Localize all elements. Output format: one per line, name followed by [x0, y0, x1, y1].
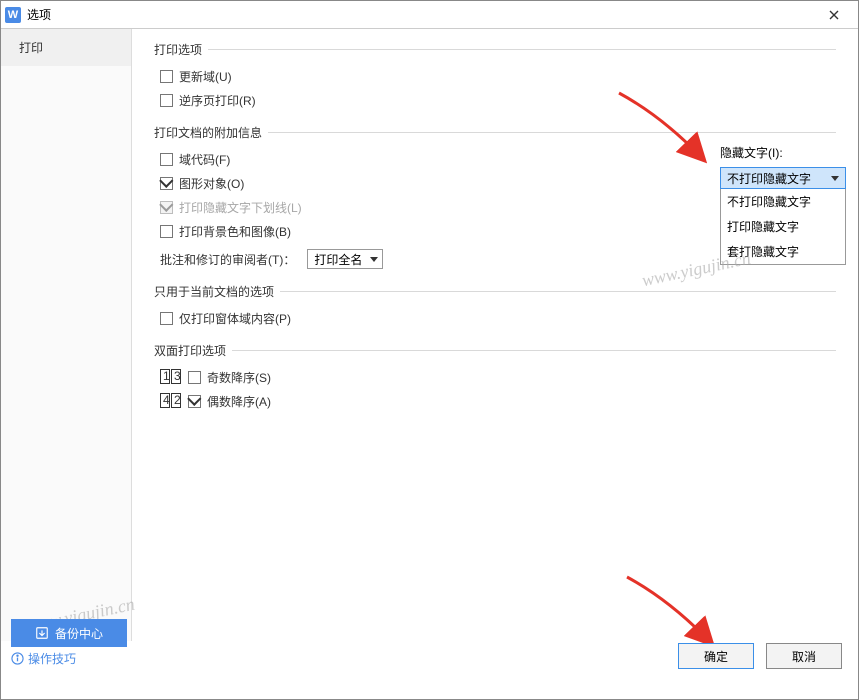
even-pages-icon: 42: [160, 393, 182, 409]
checkbox-update-fields[interactable]: [160, 70, 173, 83]
select-reviewer[interactable]: 打印全名: [307, 249, 383, 269]
label-field-codes: 域代码(F): [179, 151, 230, 168]
select-reviewer-value: 打印全名: [314, 251, 362, 268]
checkbox-form-fields-only[interactable]: [160, 312, 173, 325]
odd-pages-icon: 13: [160, 369, 182, 385]
combo-hidden-text[interactable]: 不打印隐藏文字: [720, 167, 846, 189]
label-hidden-underline: 打印隐藏文字下划线(L): [179, 199, 302, 216]
ok-button[interactable]: 确定: [678, 643, 754, 669]
info-icon: [11, 652, 24, 665]
checkbox-drawings[interactable]: [160, 177, 173, 190]
combo-hidden-text-value: 不打印隐藏文字: [727, 170, 811, 187]
legend-print-options: 打印选项: [154, 41, 208, 58]
option-hidden-text-0[interactable]: 不打印隐藏文字: [721, 189, 845, 214]
group-print-options: 打印选项 更新域(U) 逆序页打印(R): [154, 41, 836, 122]
option-hidden-text-1[interactable]: 打印隐藏文字: [721, 214, 845, 239]
label-form-fields-only: 仅打印窗体域内容(P): [179, 310, 291, 327]
group-current-doc: 只用于当前文档的选项 仅打印窗体域内容(P): [154, 283, 836, 340]
label-update-fields: 更新域(U): [179, 68, 232, 85]
checkbox-field-codes[interactable]: [160, 153, 173, 166]
backup-center-label: 备份中心: [55, 625, 103, 642]
label-odd-desc: 奇数降序(S): [207, 369, 271, 386]
legend-doc-additional: 打印文档的附加信息: [154, 124, 268, 141]
close-button[interactable]: [814, 2, 854, 28]
main-panel: 打印选项 更新域(U) 逆序页打印(R) 打印文档的附加信息 域代码(F) 图形…: [132, 29, 858, 641]
caret-down-icon: [831, 176, 839, 181]
checkbox-hidden-underline: [160, 201, 173, 214]
svg-text:4: 4: [163, 393, 170, 407]
body: 打印 打印选项 更新域(U) 逆序页打印(R) 打印文档的附加信息 域代码(F): [1, 29, 858, 641]
checkbox-even-desc[interactable]: [188, 395, 201, 408]
checkbox-background[interactable]: [160, 225, 173, 238]
label-reviewer: 批注和修订的审阅者(T)：: [160, 251, 295, 268]
hidden-text-panel: 隐藏文字(I): 不打印隐藏文字 不打印隐藏文字 打印隐藏文字 套打隐藏文字: [720, 144, 846, 265]
button-bar: 确定 取消: [678, 643, 842, 669]
sidebar: 打印: [1, 29, 132, 641]
legend-duplex: 双面打印选项: [154, 342, 232, 359]
backup-center-button[interactable]: 备份中心: [11, 619, 127, 647]
label-drawings: 图形对象(O): [179, 175, 244, 192]
label-background: 打印背景色和图像(B): [179, 223, 291, 240]
checkbox-reverse-order[interactable]: [160, 94, 173, 107]
option-hidden-text-2[interactable]: 套打隐藏文字: [721, 239, 845, 264]
close-icon: [829, 10, 839, 20]
cancel-button[interactable]: 取消: [766, 643, 842, 669]
svg-text:2: 2: [174, 393, 181, 407]
window-title: 选项: [27, 6, 51, 23]
legend-current-doc: 只用于当前文档的选项: [154, 283, 280, 300]
dropdown-hidden-text: 不打印隐藏文字 打印隐藏文字 套打隐藏文字: [720, 189, 846, 265]
caret-down-icon: [370, 257, 378, 262]
svg-text:1: 1: [163, 369, 170, 383]
sidebar-item-print[interactable]: 打印: [1, 29, 131, 66]
label-even-desc: 偶数降序(A): [207, 393, 271, 410]
tips-label: 操作技巧: [28, 650, 76, 667]
label-hidden-text: 隐藏文字(I):: [720, 144, 846, 161]
app-icon: [5, 7, 21, 23]
backup-icon: [35, 626, 49, 640]
checkbox-odd-desc[interactable]: [188, 371, 201, 384]
label-reverse-order: 逆序页打印(R): [179, 92, 256, 109]
tips-link[interactable]: 操作技巧: [11, 649, 76, 667]
titlebar: 选项: [1, 1, 858, 29]
group-duplex: 双面打印选项 13 奇数降序(S) 42 偶数降序(A): [154, 342, 836, 423]
svg-text:3: 3: [174, 369, 181, 383]
